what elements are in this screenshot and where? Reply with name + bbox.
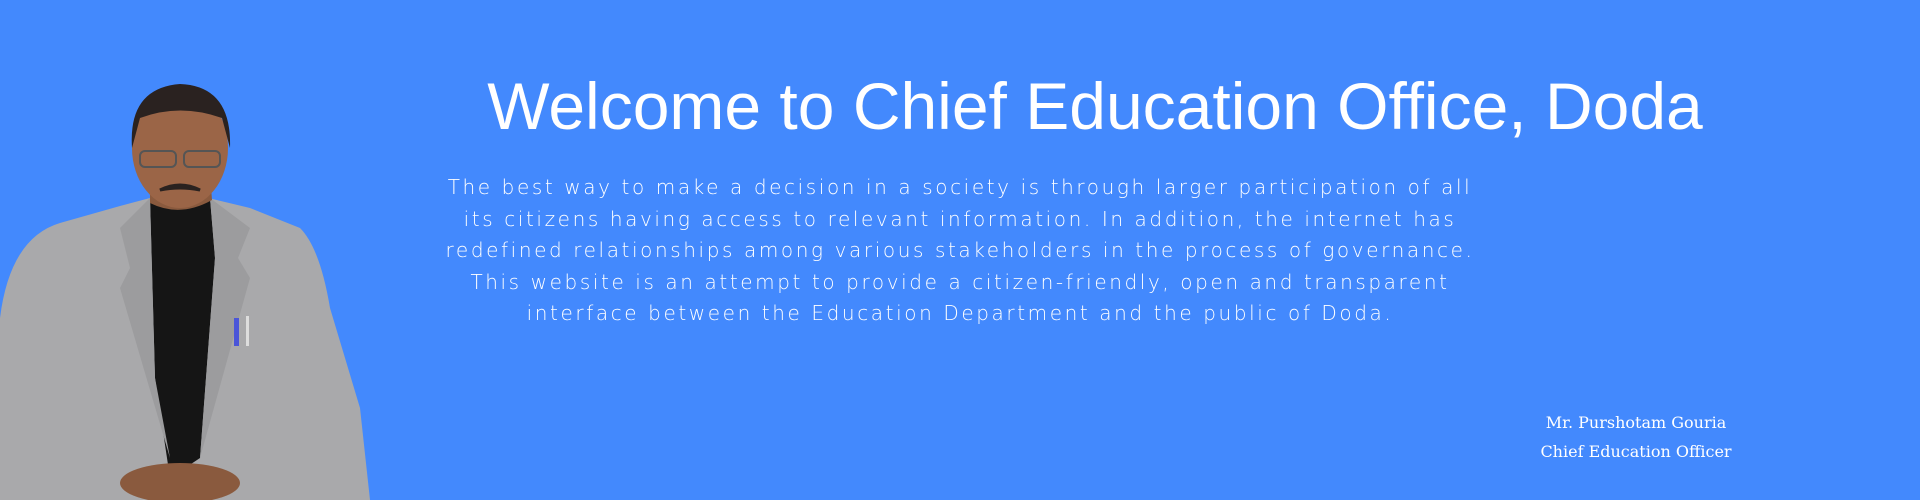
officer-name: Mr. Purshotam Gouria [1545, 413, 1727, 432]
officer-designation: Chief Education Officer [1540, 442, 1732, 461]
intro-paragraph: The best way to make a decision in a soc… [420, 172, 1500, 330]
intro-line: This website is an attempt to provide a … [470, 269, 1450, 294]
intro-line: redefined relationships among various st… [445, 238, 1475, 262]
page-title: Welcome to Chief Education Office, Doda [487, 69, 1703, 143]
officer-portrait [0, 84, 370, 500]
intro-line: its citizens having access to relevant i… [463, 206, 1457, 231]
intro-line: interface between the Education Departme… [526, 301, 1394, 325]
officer-signature: Mr. Purshotam Gouria Chief Education Off… [1486, 408, 1786, 466]
intro-line: The best way to make a decision in a soc… [447, 175, 1473, 199]
